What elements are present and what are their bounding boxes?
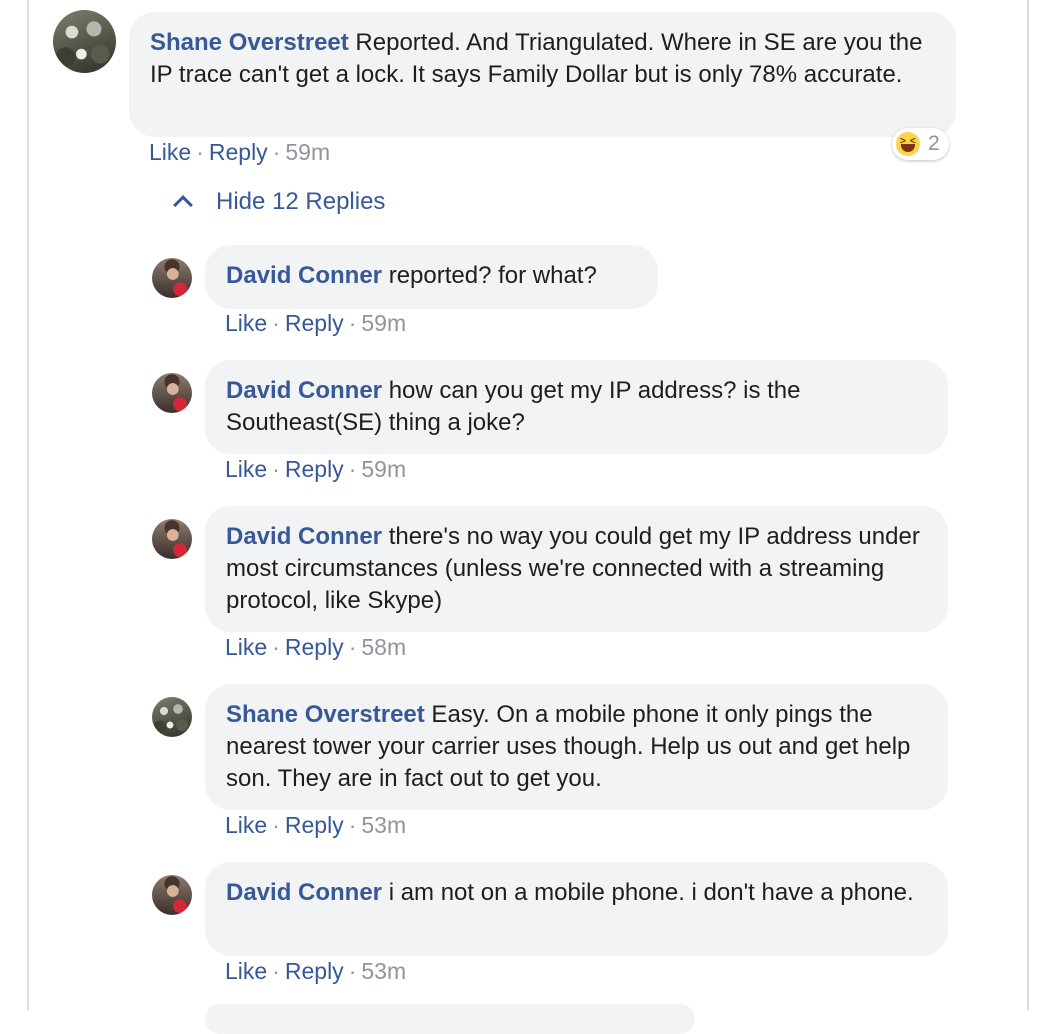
separator: · [348,456,357,482]
comment-actions: Like · Reply · 53m [225,958,406,985]
comment-author[interactable]: Shane Overstreet [226,701,425,728]
right-border [1027,0,1029,1010]
reply-link[interactable]: Reply [285,456,344,482]
timestamp[interactable]: 58m [361,634,406,660]
avatar[interactable] [152,373,192,413]
comment-bubble: Shane Overstreet Easy. On a mobile phone… [205,684,948,810]
timestamp[interactable]: 59m [361,310,406,336]
comment-text: reported? for what? [382,262,597,289]
separator: · [196,139,204,165]
separator: · [272,139,281,165]
reaction-count-value: 2 [928,132,940,155]
next-comment-bubble [205,1004,695,1034]
comment-author[interactable]: Shane Overstreet [150,29,349,56]
comment-bubble: David Conner there's no way you could ge… [205,506,948,632]
timestamp[interactable]: 53m [361,958,406,984]
timestamp[interactable]: 59m [285,139,330,165]
comment-author[interactable]: David Conner [226,879,382,906]
separator: · [348,958,357,984]
reaction-count[interactable]: >< 2 [892,128,949,160]
comment-actions: Like · Reply · 59m [225,456,406,483]
comment-author[interactable]: David Conner [226,377,382,404]
like-link[interactable]: Like [225,456,267,482]
reply-link[interactable]: Reply [285,634,344,660]
avatar[interactable] [152,519,192,559]
like-link[interactable]: Like [149,139,191,165]
comment-author[interactable]: David Conner [226,262,382,289]
comment-actions: Like · Reply · 53m [225,812,406,839]
reply-link[interactable]: Reply [285,310,344,336]
reply-link[interactable]: Reply [285,958,344,984]
timestamp[interactable]: 59m [361,456,406,482]
comment-actions: Like · Reply · 58m [225,634,406,661]
comment-author[interactable]: David Conner [226,523,382,550]
comment-bubble: David Conner i am not on a mobile phone.… [205,862,948,956]
comment-text: i am not on a mobile phone. i don't have… [382,879,914,906]
avatar[interactable] [53,10,116,73]
haha-icon: >< [896,132,920,156]
comment-bubble: David Conner how can you get my IP addre… [205,360,948,454]
hide-replies-label: Hide 12 Replies [216,188,386,215]
like-link[interactable]: Like [225,812,267,838]
hide-replies-toggle[interactable]: Hide 12 Replies [173,188,385,216]
separator: · [272,812,280,838]
timestamp[interactable]: 53m [361,812,406,838]
separator: · [348,812,357,838]
separator: · [272,958,280,984]
comment-bubble: Shane Overstreet Reported. And Triangula… [129,12,956,137]
chevron-up-icon [173,195,193,215]
avatar[interactable] [152,697,192,737]
like-link[interactable]: Like [225,310,267,336]
separator: · [272,310,280,336]
separator: · [348,310,357,336]
avatar[interactable] [152,258,192,298]
avatar[interactable] [152,875,192,915]
reply-link[interactable]: Reply [285,812,344,838]
separator: · [272,634,280,660]
like-link[interactable]: Like [225,958,267,984]
comment-actions: Like · Reply · 59m [149,139,330,166]
separator: · [348,634,357,660]
separator: · [272,456,280,482]
left-border [27,0,29,1010]
reply-link[interactable]: Reply [209,139,268,165]
comment-actions: Like · Reply · 59m [225,310,406,337]
like-link[interactable]: Like [225,634,267,660]
comment-bubble: David Conner reported? for what? [205,245,658,309]
